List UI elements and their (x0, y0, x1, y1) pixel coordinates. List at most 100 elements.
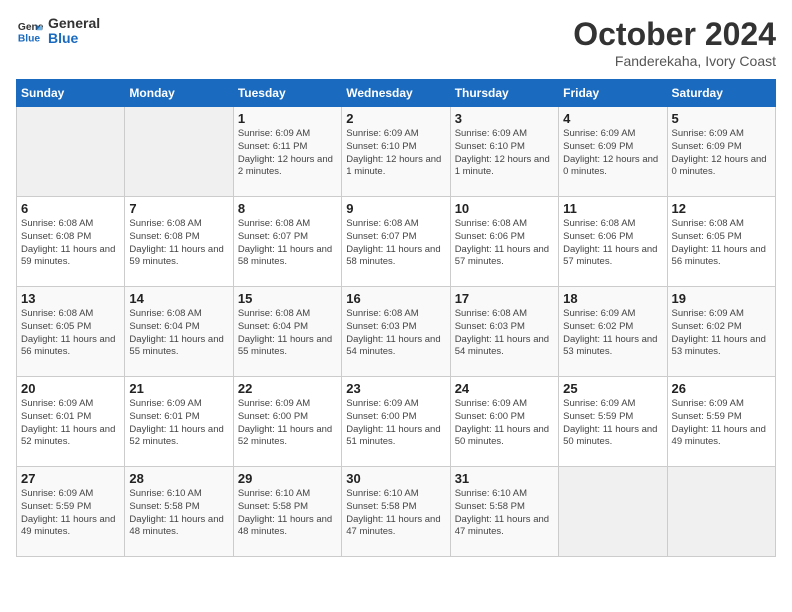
day-number: 13 (21, 291, 120, 306)
day-info: Sunrise: 6:10 AMSunset: 5:58 PMDaylight:… (238, 488, 337, 539)
calendar-cell: 10 Sunrise: 6:08 AMSunset: 6:06 PMDayligh… (450, 197, 558, 287)
day-number: 23 (346, 381, 445, 396)
svg-text:Blue: Blue (18, 34, 41, 45)
day-info: Sunrise: 6:09 AMSunset: 6:11 PMDaylight:… (238, 128, 337, 179)
week-row-5: 27Sunrise: 6:09 AMSunset: 5:59 PMDayligh… (17, 467, 776, 557)
logo-general: General (48, 16, 100, 31)
day-number: 20 (21, 381, 120, 396)
weekday-header-saturday: Saturday (667, 80, 775, 107)
calendar-cell: 31 Sunrise: 6:10 AMSunset: 5:58 PMDayligh… (450, 467, 558, 557)
calendar-cell (17, 107, 125, 197)
weekday-header-sunday: Sunday (17, 80, 125, 107)
calendar-cell: 8 Sunrise: 6:08 AMSunset: 6:07 PMDaylight… (233, 197, 341, 287)
day-info: Sunrise: 6:08 AMSunset: 6:04 PMDaylight:… (129, 308, 228, 359)
day-info: Sunrise: 6:10 AMSunset: 5:58 PMDaylight:… (455, 488, 554, 539)
day-number: 28 (129, 471, 228, 486)
calendar-cell (559, 467, 667, 557)
day-info: Sunrise: 6:09 AMSunset: 6:02 PMDaylight:… (672, 308, 771, 359)
calendar-cell: 21 Sunrise: 6:09 AMSunset: 6:01 PMDayligh… (125, 377, 233, 467)
day-info: Sunrise: 6:10 AMSunset: 5:58 PMDaylight:… (346, 488, 445, 539)
day-info: Sunrise: 6:08 AMSunset: 6:07 PMDaylight:… (346, 218, 445, 269)
calendar-cell: 12 Sunrise: 6:08 AMSunset: 6:05 PMDayligh… (667, 197, 775, 287)
day-info: Sunrise: 6:08 AMSunset: 6:07 PMDaylight:… (238, 218, 337, 269)
day-number: 11 (563, 201, 662, 216)
day-number: 1 (238, 111, 337, 126)
day-info: Sunrise: 6:08 AMSunset: 6:03 PMDaylight:… (346, 308, 445, 359)
day-info: Sunrise: 6:09 AMSunset: 6:10 PMDaylight:… (455, 128, 554, 179)
weekday-header-friday: Friday (559, 80, 667, 107)
month-title: October 2024 (573, 16, 776, 53)
calendar-cell: 15 Sunrise: 6:08 AMSunset: 6:04 PMDayligh… (233, 287, 341, 377)
week-row-1: 1 Sunrise: 6:09 AMSunset: 6:11 PMDaylight… (17, 107, 776, 197)
day-info: Sunrise: 6:09 AMSunset: 6:00 PMDaylight:… (346, 398, 445, 449)
calendar-cell: 25Sunrise: 6:09 AMSunset: 5:59 PMDayligh… (559, 377, 667, 467)
day-number: 7 (129, 201, 228, 216)
calendar-cell: 5Sunrise: 6:09 AMSunset: 6:09 PMDaylight… (667, 107, 775, 197)
calendar-cell: 19Sunrise: 6:09 AMSunset: 6:02 PMDayligh… (667, 287, 775, 377)
day-info: Sunrise: 6:09 AMSunset: 6:01 PMDaylight:… (129, 398, 228, 449)
day-number: 18 (563, 291, 662, 306)
calendar-cell: 27Sunrise: 6:09 AMSunset: 5:59 PMDayligh… (17, 467, 125, 557)
day-info: Sunrise: 6:08 AMSunset: 6:06 PMDaylight:… (455, 218, 554, 269)
location-subtitle: Fanderekaha, Ivory Coast (573, 53, 776, 69)
day-info: Sunrise: 6:08 AMSunset: 6:08 PMDaylight:… (129, 218, 228, 269)
calendar-cell: 11 Sunrise: 6:08 AMSunset: 6:06 PMDayligh… (559, 197, 667, 287)
weekday-header-monday: Monday (125, 80, 233, 107)
day-info: Sunrise: 6:09 AMSunset: 6:00 PMDaylight:… (455, 398, 554, 449)
calendar-cell: 3 Sunrise: 6:09 AMSunset: 6:10 PMDaylight… (450, 107, 558, 197)
day-info: Sunrise: 6:09 AMSunset: 6:02 PMDaylight:… (563, 308, 662, 359)
day-number: 16 (346, 291, 445, 306)
day-info: Sunrise: 6:08 AMSunset: 6:03 PMDaylight:… (455, 308, 554, 359)
calendar-cell: 7 Sunrise: 6:08 AMSunset: 6:08 PMDaylight… (125, 197, 233, 287)
calendar-cell: 1 Sunrise: 6:09 AMSunset: 6:11 PMDaylight… (233, 107, 341, 197)
weekday-header-row: SundayMondayTuesdayWednesdayThursdayFrid… (17, 80, 776, 107)
calendar-cell: 6 Sunrise: 6:08 AMSunset: 6:08 PMDaylight… (17, 197, 125, 287)
calendar-cell (125, 107, 233, 197)
day-number: 12 (672, 201, 771, 216)
day-info: Sunrise: 6:09 AMSunset: 5:59 PMDaylight:… (672, 398, 771, 449)
day-number: 5 (672, 111, 771, 126)
day-info: Sunrise: 6:08 AMSunset: 6:08 PMDaylight:… (21, 218, 120, 269)
day-number: 24 (455, 381, 554, 396)
day-info: Sunrise: 6:08 AMSunset: 6:06 PMDaylight:… (563, 218, 662, 269)
day-number: 2 (346, 111, 445, 126)
calendar-cell: 26Sunrise: 6:09 AMSunset: 5:59 PMDayligh… (667, 377, 775, 467)
calendar-cell: 20 Sunrise: 6:09 AMSunset: 6:01 PMDayligh… (17, 377, 125, 467)
calendar-cell: 2 Sunrise: 6:09 AMSunset: 6:10 PMDaylight… (342, 107, 450, 197)
weekday-header-wednesday: Wednesday (342, 80, 450, 107)
day-number: 30 (346, 471, 445, 486)
day-number: 8 (238, 201, 337, 216)
calendar-cell: 14Sunrise: 6:08 AMSunset: 6:04 PMDayligh… (125, 287, 233, 377)
calendar-table: SundayMondayTuesdayWednesdayThursdayFrid… (16, 79, 776, 557)
calendar-cell: 22Sunrise: 6:09 AMSunset: 6:00 PMDayligh… (233, 377, 341, 467)
calendar-cell (667, 467, 775, 557)
day-number: 3 (455, 111, 554, 126)
day-info: Sunrise: 6:08 AMSunset: 6:05 PMDaylight:… (672, 218, 771, 269)
week-row-4: 20 Sunrise: 6:09 AMSunset: 6:01 PMDayligh… (17, 377, 776, 467)
logo-blue: Blue (48, 31, 100, 46)
calendar-cell: 4Sunrise: 6:09 AMSunset: 6:09 PMDaylight… (559, 107, 667, 197)
title-area: October 2024 Fanderekaha, Ivory Coast (573, 16, 776, 69)
calendar-cell: 24 Sunrise: 6:09 AMSunset: 6:00 PMDayligh… (450, 377, 558, 467)
day-number: 31 (455, 471, 554, 486)
calendar-cell: 28Sunrise: 6:10 AMSunset: 5:58 PMDayligh… (125, 467, 233, 557)
day-info: Sunrise: 6:08 AMSunset: 6:04 PMDaylight:… (238, 308, 337, 359)
day-info: Sunrise: 6:09 AMSunset: 6:01 PMDaylight:… (21, 398, 120, 449)
day-number: 6 (21, 201, 120, 216)
day-number: 9 (346, 201, 445, 216)
day-number: 10 (455, 201, 554, 216)
day-number: 25 (563, 381, 662, 396)
weekday-header-thursday: Thursday (450, 80, 558, 107)
calendar-cell: 16 Sunrise: 6:08 AMSunset: 6:03 PMDayligh… (342, 287, 450, 377)
calendar-cell: 17 Sunrise: 6:08 AMSunset: 6:03 PMDayligh… (450, 287, 558, 377)
calendar-cell: 30 Sunrise: 6:10 AMSunset: 5:58 PMDayligh… (342, 467, 450, 557)
calendar-cell: 23 Sunrise: 6:09 AMSunset: 6:00 PMDayligh… (342, 377, 450, 467)
day-info: Sunrise: 6:09 AMSunset: 6:10 PMDaylight:… (346, 128, 445, 179)
day-number: 27 (21, 471, 120, 486)
day-number: 21 (129, 381, 228, 396)
day-number: 15 (238, 291, 337, 306)
calendar-cell: 9 Sunrise: 6:08 AMSunset: 6:07 PMDaylight… (342, 197, 450, 287)
day-number: 4 (563, 111, 662, 126)
weekday-header-tuesday: Tuesday (233, 80, 341, 107)
day-number: 17 (455, 291, 554, 306)
